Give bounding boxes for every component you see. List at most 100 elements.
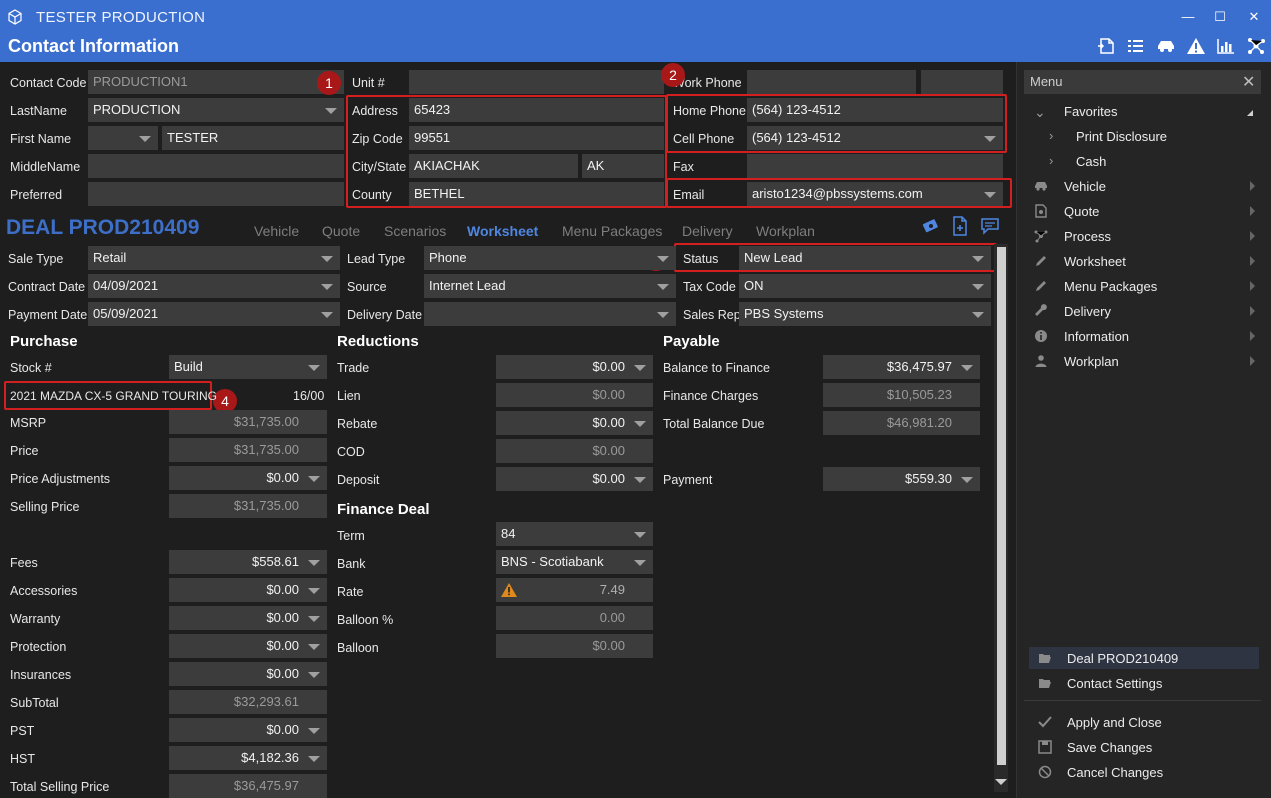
scroll-down-arrow[interactable] (995, 779, 1007, 785)
row-value-field[interactable]: $31,735.00 (169, 410, 327, 434)
row-label: Price (10, 444, 39, 458)
submenu-arrow-icon (1250, 181, 1255, 191)
warning-icon[interactable] (1185, 37, 1207, 55)
bank-dropdown[interactable]: BNS - Scotiabank (496, 550, 653, 574)
tab-worksheet[interactable]: Worksheet (467, 223, 538, 239)
stock-dropdown[interactable]: Build (169, 355, 327, 379)
lastname-field[interactable]: PRODUCTION (88, 98, 344, 122)
open-item-contact-settings[interactable]: Contact Settings (1067, 676, 1162, 691)
middlename-field[interactable] (88, 154, 344, 178)
work-phone-ext-field[interactable] (921, 70, 1003, 94)
delivery-date-field[interactable] (424, 302, 676, 326)
row-value-field[interactable]: $0.00 (496, 467, 653, 491)
tab-scenarios[interactable]: Scenarios (384, 223, 446, 239)
source-dropdown[interactable]: Internet Lead (424, 274, 676, 298)
row-value-field[interactable]: $36,475.97 (169, 774, 327, 798)
row-label: Deposit (337, 473, 380, 487)
sale-type-dropdown[interactable]: Retail (88, 246, 340, 270)
menu-panel: Menu ✕ ⌄ Favorites › Print Disclosure › … (1016, 62, 1271, 798)
row-label: SubTotal (10, 696, 59, 710)
menu-favorites[interactable]: Favorites (1064, 104, 1117, 119)
menu-item-worksheet[interactable]: Worksheet (1064, 254, 1126, 269)
balance-label: Balance to Finance (663, 361, 771, 375)
row-value-field[interactable]: $0.00 (169, 718, 327, 742)
row-value-field[interactable]: $32,293.61 (169, 690, 327, 714)
money-icon[interactable] (921, 217, 941, 235)
balloon-pct-field[interactable]: 0.00 (496, 606, 653, 630)
payable-heading: Payable (663, 333, 720, 350)
row-label: Protection (10, 640, 67, 654)
total-balance-field[interactable]: $46,981.20 (823, 411, 980, 435)
save-icon (1038, 740, 1052, 754)
tax-code-dropdown[interactable]: ON (739, 274, 991, 298)
document-icon[interactable] (1096, 37, 1118, 55)
apply-and-close-button[interactable]: Apply and Close (1067, 715, 1162, 730)
row-value-field[interactable]: $0.00 (169, 662, 327, 686)
row-label: Selling Price (10, 500, 80, 514)
term-dropdown[interactable]: 84 (496, 522, 653, 546)
rate-field[interactable]: 7.49 (496, 578, 653, 602)
row-value-field[interactable]: $0.00 (169, 578, 327, 602)
row-value-field[interactable]: $31,735.00 (169, 494, 327, 518)
menu-cash[interactable]: Cash (1076, 154, 1106, 169)
deal-title: DEAL PROD210409 (6, 216, 200, 239)
contact-code-field[interactable]: PRODUCTION1 (88, 70, 344, 94)
maximize-button[interactable]: ☐ (1210, 8, 1230, 26)
preferred-field[interactable] (88, 182, 344, 206)
menu-item-information[interactable]: Information (1064, 329, 1129, 344)
row-value-field[interactable]: $558.61 (169, 550, 327, 574)
submenu-arrow-icon (1250, 256, 1255, 266)
car-icon[interactable] (1155, 37, 1177, 55)
menu-print-disclosure[interactable]: Print Disclosure (1076, 129, 1167, 144)
cancel-changes-button[interactable]: Cancel Changes (1067, 765, 1163, 780)
finance-charges-field[interactable]: $10,505.23 (823, 383, 980, 407)
open-item-deal[interactable]: Deal PROD210409 (1067, 651, 1178, 666)
menu-item-quote[interactable]: Quote (1064, 204, 1099, 219)
firstname-field[interactable]: TESTER (162, 126, 344, 150)
cancel-icon (1038, 765, 1052, 779)
balloon-field[interactable]: $0.00 (496, 634, 653, 658)
payment-field[interactable]: $559.30 (823, 467, 980, 491)
minimize-button[interactable]: — (1178, 8, 1198, 26)
close-button[interactable]: ✕ (1244, 8, 1264, 26)
save-changes-button[interactable]: Save Changes (1067, 740, 1152, 755)
fax-field[interactable] (747, 154, 1003, 178)
contract-date-field[interactable]: 04/09/2021 (88, 274, 340, 298)
status-dropdown[interactable]: New Lead (739, 246, 991, 270)
menu-item-vehicle[interactable]: Vehicle (1064, 179, 1106, 194)
menu-item-delivery[interactable]: Delivery (1064, 304, 1111, 319)
row-value-field[interactable]: $0.00 (496, 383, 653, 407)
lead-type-dropdown[interactable]: Phone (424, 246, 676, 270)
bar-chart-icon[interactable] (1215, 37, 1237, 55)
unit-field[interactable] (409, 70, 664, 94)
network-icon[interactable] (1245, 37, 1267, 55)
tab-delivery[interactable]: Delivery (682, 223, 733, 239)
chat-icon[interactable] (980, 217, 1000, 235)
balance-field[interactable]: $36,475.97 (823, 355, 980, 379)
row-value-field[interactable]: $0.00 (169, 466, 327, 490)
title-bar: TESTER PRODUCTION Contact Information — … (0, 0, 1271, 62)
row-value-field[interactable]: $0.00 (496, 439, 653, 463)
row-value-field[interactable]: $0.00 (496, 411, 653, 435)
menu-close-button[interactable]: ✕ (1242, 72, 1255, 92)
tab-vehicle[interactable]: Vehicle (254, 223, 299, 239)
row-value-field[interactable]: $4,182.36 (169, 746, 327, 770)
tab-workplan[interactable]: Workplan (756, 223, 815, 239)
row-value-field[interactable]: $0.00 (496, 355, 653, 379)
menu-item-workplan[interactable]: Workplan (1064, 354, 1119, 369)
payment-date-field[interactable]: 05/09/2021 (88, 302, 340, 326)
row-value-field[interactable]: $0.00 (169, 606, 327, 630)
work-phone-field[interactable] (747, 70, 916, 94)
tab-quote[interactable]: Quote (322, 223, 360, 239)
salutation-dropdown[interactable] (88, 126, 158, 150)
row-value-field[interactable]: $0.00 (169, 634, 327, 658)
sales-rep-label: Sales Rep (683, 308, 741, 322)
list-icon[interactable] (1125, 37, 1147, 55)
menu-item-menu-packages[interactable]: Menu Packages (1064, 279, 1157, 294)
sales-rep-dropdown[interactable]: PBS Systems (739, 302, 991, 326)
menu-item-process[interactable]: Process (1064, 229, 1111, 244)
tab-menu-packages[interactable]: Menu Packages (562, 223, 662, 239)
document-add-icon[interactable] (951, 216, 969, 236)
scrollbar-thumb[interactable] (997, 247, 1006, 765)
row-value-field[interactable]: $31,735.00 (169, 438, 327, 462)
